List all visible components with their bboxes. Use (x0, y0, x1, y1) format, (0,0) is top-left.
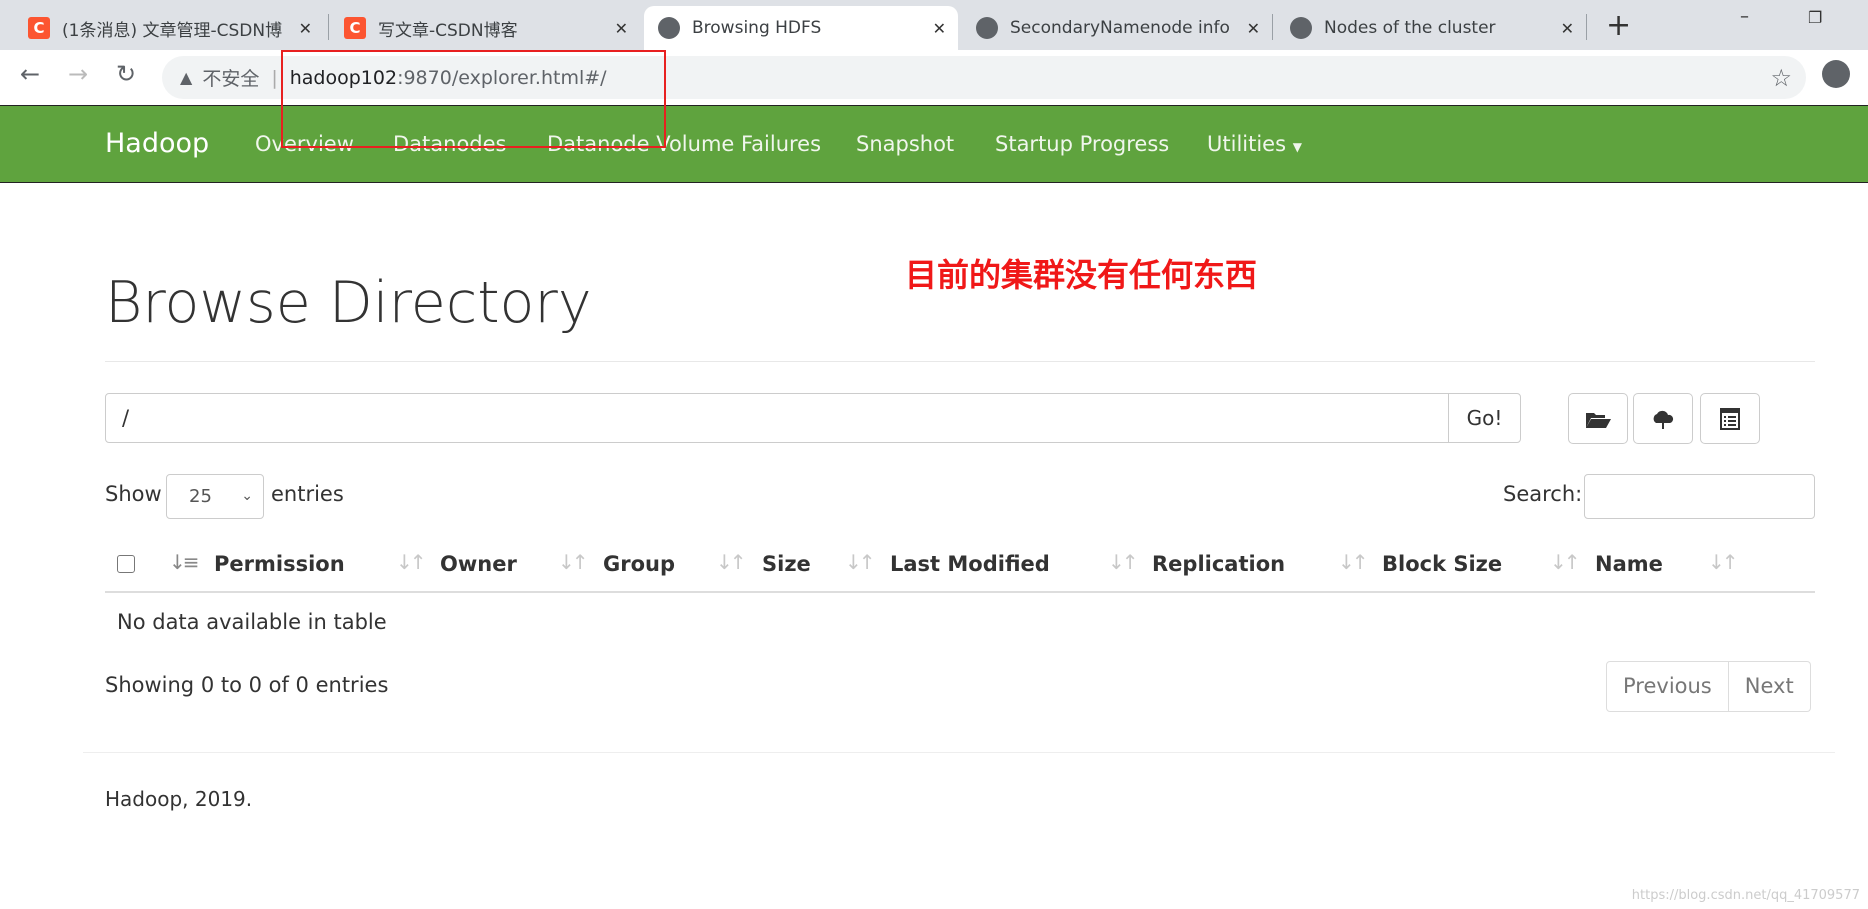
sort-icon[interactable]: ↓↑ (558, 550, 588, 574)
column-header-permission[interactable]: Permission (214, 552, 345, 576)
path-input[interactable]: / (105, 393, 1449, 443)
show-label: Show (105, 482, 162, 506)
csdn-icon: C (344, 17, 366, 39)
forward-button[interactable]: → (68, 60, 88, 88)
globe-icon (1290, 17, 1312, 39)
tab-secondary-namenode[interactable]: SecondaryNamenode info ✕ (962, 6, 1272, 50)
warning-icon: ▲ (180, 68, 193, 87)
tab-csdn-manage[interactable]: C (1条消息) 文章管理-CSDN博 ✕ (14, 6, 324, 50)
footer-text: Hadoop, 2019. (105, 787, 253, 811)
select-all-checkbox[interactable] (117, 555, 135, 573)
nav-snapshot[interactable]: Snapshot (856, 106, 954, 182)
cut-paste-button[interactable] (1700, 393, 1760, 444)
upload-button[interactable] (1633, 393, 1693, 444)
new-tab-button[interactable]: + (1606, 8, 1631, 43)
sort-icon[interactable]: ↓↑ (1338, 550, 1368, 574)
search-label: Search: (1503, 482, 1583, 506)
restore-button[interactable]: ❐ (1808, 8, 1822, 27)
minimize-button[interactable]: – (1740, 6, 1749, 27)
column-header-replication[interactable]: Replication (1152, 552, 1285, 576)
tab-bar: C (1条消息) 文章管理-CSDN博 ✕ C 写文章-CSDN博客 ✕ Browsin… (0, 0, 1868, 50)
nav-utilities[interactable]: Utilities ▼ (1207, 106, 1302, 182)
sort-icon[interactable]: ↓↑ (1708, 550, 1738, 574)
tab-browsing-hdfs[interactable]: Browsing HDFS ✕ (644, 6, 958, 50)
list-alt-icon (1720, 407, 1740, 430)
page-title: Browse Directory (105, 270, 592, 336)
sort-icon[interactable]: ↓≡ (169, 550, 199, 574)
close-icon[interactable]: ✕ (1561, 19, 1574, 38)
sort-icon[interactable]: ↓↑ (1550, 550, 1580, 574)
entries-select[interactable]: 25 ⌄ (166, 474, 264, 519)
watermark: https://blog.csdn.net/qq_41709577 (1631, 888, 1860, 903)
pagination: Previous Next (1606, 661, 1811, 712)
back-button[interactable]: ← (20, 60, 40, 88)
go-button[interactable]: Go! (1448, 393, 1521, 443)
chevron-down-icon: ⌄ (241, 488, 253, 504)
search-input[interactable] (1584, 474, 1815, 519)
column-header-size[interactable]: Size (762, 552, 811, 576)
tab-nodes-cluster[interactable]: Nodes of the cluster ✕ (1276, 6, 1586, 50)
globe-icon (658, 17, 680, 39)
annotation-box (281, 50, 666, 148)
column-header-owner[interactable]: Owner (440, 552, 517, 576)
cloud-upload-icon (1653, 410, 1674, 429)
close-icon[interactable]: ✕ (299, 19, 312, 38)
profile-avatar[interactable] (1822, 60, 1850, 88)
column-header-group[interactable]: Group (603, 552, 675, 576)
column-header-last-modified[interactable]: Last Modified (890, 552, 1050, 576)
column-header-block-size[interactable]: Block Size (1382, 552, 1502, 576)
brand-link[interactable]: Hadoop (105, 106, 209, 182)
empty-table-message: No data available in table (117, 610, 387, 634)
column-header-name[interactable]: Name (1595, 552, 1663, 576)
close-icon[interactable]: ✕ (933, 19, 946, 38)
sort-icon[interactable]: ↓↑ (1108, 550, 1138, 574)
tab-csdn-write[interactable]: C 写文章-CSDN博客 ✕ (330, 6, 640, 50)
sort-icon[interactable]: ↓↑ (845, 550, 875, 574)
folder-open-icon (1586, 412, 1611, 428)
reload-button[interactable]: ↻ (116, 60, 136, 88)
star-icon[interactable]: ☆ (1770, 64, 1792, 92)
entries-label: entries (271, 482, 344, 506)
table-info: Showing 0 to 0 of 0 entries (105, 673, 389, 697)
previous-button[interactable]: Previous (1606, 661, 1729, 712)
sort-icon[interactable]: ↓↑ (716, 550, 746, 574)
sort-icon[interactable]: ↓↑ (396, 550, 426, 574)
create-directory-button[interactable] (1568, 393, 1628, 444)
annotation-text: 目前的集群没有任何东西 (905, 256, 1258, 294)
nav-startup-progress[interactable]: Startup Progress (995, 106, 1169, 182)
globe-icon (976, 17, 998, 39)
close-icon[interactable]: ✕ (615, 19, 628, 38)
close-icon[interactable]: ✕ (1247, 19, 1260, 38)
next-button[interactable]: Next (1728, 661, 1811, 712)
csdn-icon: C (28, 17, 50, 39)
caret-down-icon: ▼ (1292, 140, 1302, 154)
